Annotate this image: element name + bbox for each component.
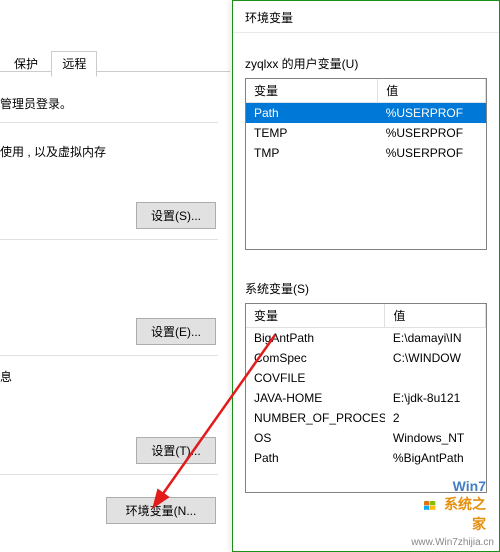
environment-variables-dialog: 环境变量 zyqlxx 的用户变量(U) 变量 值 Path%USERPROFT… xyxy=(232,0,500,552)
divider xyxy=(0,474,218,475)
table-row[interactable]: Path%USERPROF xyxy=(246,103,486,124)
table-row[interactable]: COVFILE xyxy=(246,368,486,388)
system-variables-table[interactable]: 变量 值 BigAntPathE:\damayi\INComSpecC:\WIN… xyxy=(245,303,487,493)
environment-variables-button[interactable]: 环境变量(N... xyxy=(106,497,216,524)
var-name-cell: TMP xyxy=(246,143,378,163)
divider xyxy=(0,122,218,123)
dialog-title: 环境变量 xyxy=(233,1,499,33)
var-name-cell: Path xyxy=(246,448,385,468)
var-value-cell: %USERPROF xyxy=(378,123,486,143)
windows-logo-icon xyxy=(423,494,436,518)
divider xyxy=(0,239,218,240)
vm-text: 使用 , 以及虚拟内存 xyxy=(0,133,218,166)
settings-s-button[interactable]: 设置(S)... xyxy=(136,202,216,229)
admin-login-text: 管理员登录。 xyxy=(0,85,218,118)
table-row[interactable]: TEMP%USERPROF xyxy=(246,123,486,143)
var-value-cell: E:\damayi\IN xyxy=(385,328,486,349)
divider xyxy=(0,355,218,356)
var-name-cell: TEMP xyxy=(246,123,378,143)
table-row[interactable]: ComSpecC:\WINDOW xyxy=(246,348,486,368)
tab-protect[interactable]: 保护 xyxy=(4,52,48,76)
watermark-url: www.Win7zhijia.cn xyxy=(411,537,494,548)
col-header-variable[interactable]: 变量 xyxy=(246,304,385,328)
table-row[interactable]: TMP%USERPROF xyxy=(246,143,486,163)
var-name-cell: OS xyxy=(246,428,385,448)
system-variables-label: 系统变量(S) xyxy=(233,250,499,303)
var-name-cell: COVFILE xyxy=(246,368,385,388)
var-value-cell: E:\jdk-8u121 xyxy=(385,388,486,408)
var-name-cell: JAVA-HOME xyxy=(246,388,385,408)
var-name-cell: BigAntPath xyxy=(246,328,385,349)
var-value-cell: C:\WINDOW xyxy=(385,348,486,368)
table-row[interactable]: JAVA-HOMEE:\jdk-8u121 xyxy=(246,388,486,408)
var-value-cell: %USERPROF xyxy=(378,103,486,124)
user-variables-table[interactable]: 变量 值 Path%USERPROFTEMP%USERPROFTMP%USERP… xyxy=(245,78,487,250)
info-section-tail: 息 xyxy=(0,358,218,391)
table-row[interactable]: BigAntPathE:\damayi\IN xyxy=(246,328,486,349)
var-value-cell: %BigAntPath xyxy=(385,448,486,468)
col-header-variable[interactable]: 变量 xyxy=(246,79,378,103)
watermark-text-1b: 系统之家 xyxy=(444,496,486,532)
table-row[interactable]: NUMBER_OF_PROCESSORS2 xyxy=(246,408,486,428)
system-properties-window: 保护 远程 管理员登录。 使用 , 以及虚拟内存 设置(S)... 设置(E).… xyxy=(0,0,230,552)
var-value-cell: %USERPROF xyxy=(378,143,486,163)
watermark-text-1a: Win7 xyxy=(453,478,486,494)
var-value-cell: Windows_NT xyxy=(385,428,486,448)
table-row[interactable]: Path%BigAntPath xyxy=(246,448,486,468)
var-name-cell: ComSpec xyxy=(246,348,385,368)
user-variables-label: zyqlxx 的用户变量(U) xyxy=(233,33,499,78)
settings-e-button[interactable]: 设置(E)... xyxy=(136,318,216,345)
col-header-value[interactable]: 值 xyxy=(385,304,486,328)
var-name-cell: NUMBER_OF_PROCESSORS xyxy=(246,408,385,428)
settings-t-button[interactable]: 设置(T)... xyxy=(136,437,216,464)
var-value-cell: 2 xyxy=(385,408,486,428)
tab-remote[interactable]: 远程 xyxy=(51,51,97,77)
col-header-value[interactable]: 值 xyxy=(378,79,486,103)
table-row[interactable]: OSWindows_NT xyxy=(246,428,486,448)
var-name-cell: Path xyxy=(246,103,378,124)
tab-bar: 保护 远程 xyxy=(0,50,230,72)
var-value-cell xyxy=(385,368,486,388)
